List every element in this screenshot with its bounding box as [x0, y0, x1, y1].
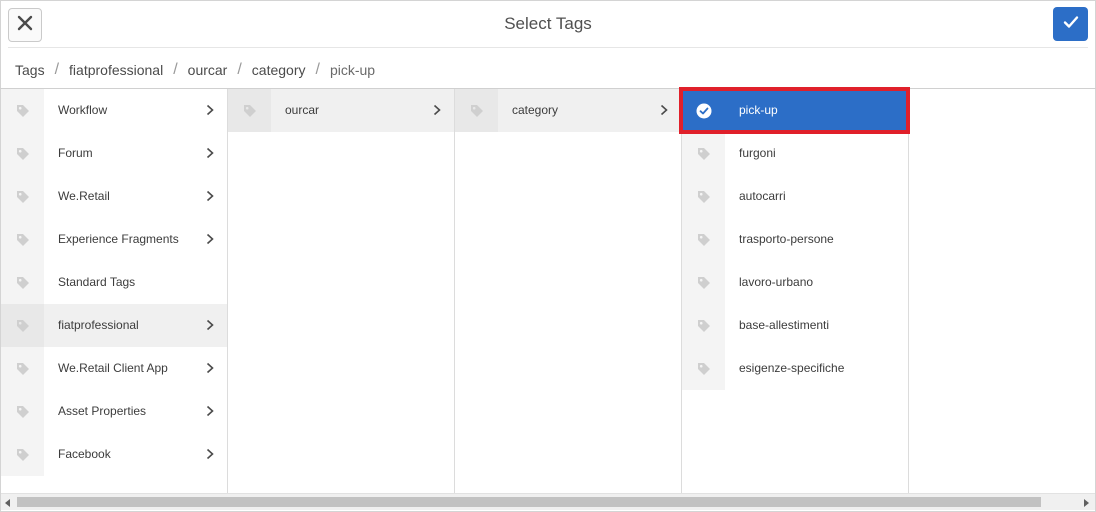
column-item-label: We.Retail — [58, 189, 110, 203]
tag-icon — [682, 304, 725, 347]
column-item-label: Asset Properties — [58, 404, 147, 418]
column-item-label: Workflow — [58, 103, 108, 117]
column-item[interactable]: esigenze-specifiche — [682, 347, 908, 390]
breadcrumb-item-fiatprofessional[interactable]: fiatprofessional — [69, 62, 163, 78]
column-item[interactable]: base-allestimenti — [682, 304, 908, 347]
confirm-button[interactable] — [1053, 7, 1088, 41]
column-item[interactable]: trasporto-persone — [682, 218, 908, 261]
column-item-label: We.Retail Client App — [58, 361, 168, 375]
tag-icon — [682, 347, 725, 390]
column-item[interactable]: Forum — [1, 132, 227, 175]
breadcrumb-separator: / — [173, 61, 178, 78]
tag-icon — [682, 261, 725, 304]
chevron-right-icon — [205, 404, 215, 418]
chevron-right-icon — [205, 361, 215, 375]
tag-icon — [1, 304, 44, 347]
column-item-label: esigenze-specifiche — [739, 361, 845, 375]
column-item-label: furgoni — [739, 146, 776, 160]
chevron-right-icon — [205, 146, 215, 160]
tag-icon — [1, 433, 44, 476]
tag-icon — [1, 89, 44, 132]
column-item[interactable]: Standard Tags — [1, 261, 227, 304]
column-category: pick-up furgoni autocarri trasporto-pers… — [682, 89, 908, 493]
column-item[interactable]: Workflow — [1, 89, 227, 132]
column-item-label: autocarri — [739, 189, 786, 203]
column-fiatprofessional: ourcar — [228, 89, 454, 493]
tag-icon — [1, 390, 44, 433]
chevron-right-icon — [205, 447, 215, 461]
column-item[interactable]: We.Retail Client App — [1, 347, 227, 390]
tag-icon — [455, 89, 498, 132]
tag-icon — [682, 175, 725, 218]
column-ourcar: category — [455, 89, 681, 493]
scroll-left-arrow-icon[interactable] — [3, 498, 13, 508]
horizontal-scrollbar[interactable] — [1, 493, 1095, 510]
column-item[interactable]: furgoni — [682, 132, 908, 175]
column-item-active[interactable]: category — [455, 89, 681, 132]
tag-icon — [1, 132, 44, 175]
chevron-right-icon — [205, 318, 215, 332]
checkmark-icon — [1063, 15, 1079, 34]
tag-icon — [228, 89, 271, 132]
header-divider — [8, 47, 1088, 48]
column-item[interactable]: Asset Properties — [1, 390, 227, 433]
column-item[interactable]: We.Retail — [1, 175, 227, 218]
chevron-right-icon — [205, 232, 215, 246]
dialog-title: Select Tags — [504, 14, 592, 33]
column-item-label: category — [512, 103, 559, 117]
check-circle-icon — [682, 89, 725, 132]
column-item-active[interactable]: ourcar — [228, 89, 454, 132]
breadcrumb-separator: / — [315, 61, 320, 78]
tag-icon — [1, 218, 44, 261]
breadcrumb-item-pick-up: pick-up — [329, 62, 376, 78]
chevron-right-icon — [659, 103, 669, 117]
breadcrumb-item-ourcar[interactable]: ourcar — [188, 62, 228, 78]
column-item[interactable]: lavoro-urbano — [682, 261, 908, 304]
column-item[interactable]: autocarri — [682, 175, 908, 218]
breadcrumb-separator: / — [54, 61, 60, 78]
tag-icon — [682, 218, 725, 261]
column-item-label: Facebook — [58, 447, 111, 461]
breadcrumb: Tags / fiatprofessional / ourcar / categ… — [15, 60, 375, 80]
tag-icon — [1, 175, 44, 218]
tag-icon — [1, 347, 44, 390]
column-item-label: Forum — [58, 146, 93, 160]
column-item-selected[interactable]: pick-up — [682, 89, 908, 132]
column-item-label: pick-up — [739, 103, 778, 117]
column-item-label: fiatprofessional — [58, 318, 139, 332]
column-root: Workflow Forum We.Retail Experience Frag… — [1, 89, 227, 493]
column-item[interactable]: Facebook — [1, 433, 227, 476]
chevron-right-icon — [432, 103, 442, 117]
breadcrumb-item-tags[interactable]: Tags — [15, 62, 45, 78]
column-item-label: lavoro-urbano — [739, 275, 814, 289]
column-item-label: Experience Fragments — [58, 232, 179, 246]
column-item-label: ourcar — [285, 103, 320, 117]
column-divider — [908, 89, 909, 493]
column-item-label: Standard Tags — [58, 275, 136, 289]
tag-icon — [682, 132, 725, 175]
dialog-header: Select Tags — [0, 0, 1096, 48]
tag-icon — [1, 261, 44, 304]
column-item-label: trasporto-persone — [739, 232, 834, 246]
scrollbar-thumb[interactable] — [17, 497, 1041, 507]
column-item[interactable]: Experience Fragments — [1, 218, 227, 261]
chevron-right-icon — [205, 103, 215, 117]
scroll-right-arrow-icon[interactable] — [1081, 498, 1091, 508]
column-item-label: base-allestimenti — [739, 318, 830, 332]
breadcrumb-separator: / — [237, 61, 242, 78]
column-item-active[interactable]: fiatprofessional — [1, 304, 227, 347]
breadcrumb-item-category[interactable]: category — [252, 62, 306, 78]
chevron-right-icon — [205, 189, 215, 203]
